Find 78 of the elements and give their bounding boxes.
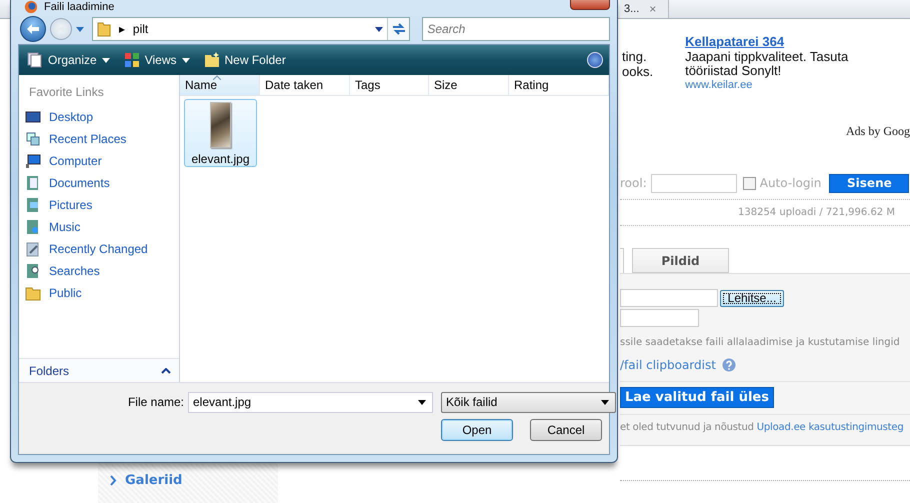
upload-button[interactable]: Lae valitud fail üles xyxy=(620,386,774,408)
new-folder-icon xyxy=(204,52,220,68)
favorites-heading: Favorite Links xyxy=(29,85,105,99)
chevron-icon xyxy=(110,475,117,486)
favorite-link[interactable]: Searches xyxy=(19,260,179,282)
back-button[interactable] xyxy=(20,16,46,42)
favorite-link[interactable]: Recently Changed xyxy=(19,238,179,260)
caret-icon xyxy=(102,58,110,62)
back-arrow-icon xyxy=(26,24,39,34)
login-button[interactable]: Sisene xyxy=(829,174,910,192)
monitor-icon xyxy=(25,109,41,125)
dialog-button[interactable]: Cancel xyxy=(530,419,602,441)
history-caret-icon[interactable] xyxy=(76,26,84,32)
ad-url-link[interactable]: www.keilar.ee xyxy=(685,78,886,92)
file-type-dropdown[interactable]: Kõik failid xyxy=(441,392,616,412)
pencil-icon xyxy=(25,241,41,257)
favorite-link[interactable]: Computer xyxy=(19,150,179,172)
refresh-button[interactable] xyxy=(387,18,410,40)
chevron-icon xyxy=(161,368,171,374)
password-field[interactable] xyxy=(650,174,737,192)
ad-text: ting. ooks. xyxy=(622,48,654,81)
grid-icon xyxy=(124,52,140,68)
page-tab[interactable]: Pildid xyxy=(632,248,729,273)
music-icon xyxy=(25,219,41,235)
column-header[interactable]: Name xyxy=(180,75,260,95)
info-text: ssile saadetakse faili allalaadimise ja kustutamise lingid xyxy=(620,337,901,348)
browse-button[interactable]: Lehitse... xyxy=(720,290,784,306)
autologin-label: Auto-login xyxy=(760,176,822,190)
refresh-arrows-icon xyxy=(392,23,406,35)
favorite-link[interactable]: Pictures xyxy=(19,194,179,216)
favorite-link[interactable]: Music xyxy=(19,216,179,238)
folders-toggle[interactable]: Folders xyxy=(19,358,179,382)
search-field[interactable]: Search xyxy=(422,17,610,41)
caret-icon xyxy=(418,400,426,404)
window-title: Faili laadimine xyxy=(44,1,114,14)
close-button[interactable] xyxy=(570,0,610,10)
stats-text: 138254 uploadi / 721,996.62 M xyxy=(738,207,895,218)
caret-icon xyxy=(182,58,190,62)
folder-icon xyxy=(25,285,41,301)
ad-text: Jaapani tippkvaliteet. Tasuta tööriistad Sonylt! xyxy=(685,49,848,78)
file-item[interactable]: elevant.jpg xyxy=(184,99,257,167)
caret-icon xyxy=(601,400,609,404)
breadcrumb-separator[interactable]: ▸ xyxy=(118,22,125,36)
forward-button[interactable] xyxy=(50,18,72,40)
file-path-field[interactable] xyxy=(620,289,718,307)
terms-text: et oled tutvunud ja nõustud Upload.ee kasutustingimusteg xyxy=(620,422,904,433)
dialog-button[interactable]: Open xyxy=(441,419,513,441)
checkbox[interactable] xyxy=(742,176,756,190)
help-icon[interactable] xyxy=(587,52,603,68)
pages-icon xyxy=(27,52,43,68)
favorite-link[interactable]: Documents xyxy=(19,172,179,194)
toolbar-button[interactable]: Organize xyxy=(27,52,110,68)
email-field[interactable] xyxy=(620,309,699,327)
file-name-field[interactable]: elevant.jpg xyxy=(188,392,433,412)
file-name-label: File name: xyxy=(128,395,184,409)
ad-title-link[interactable]: Kellapatarei 364 xyxy=(685,35,886,49)
clipboard-link[interactable]: /fail clipboardist xyxy=(620,358,716,372)
sidebar-link[interactable]: Galeriid xyxy=(110,473,182,488)
picture-icon xyxy=(25,197,41,213)
favorite-link[interactable]: Recent Places xyxy=(19,128,179,150)
password-label: rool: xyxy=(620,176,647,190)
browser-logo-icon xyxy=(24,0,38,14)
document-icon xyxy=(25,175,41,191)
tab-close-button[interactable]: × xyxy=(649,2,656,16)
toolbar-button[interactable]: Views xyxy=(124,52,190,68)
caret-icon xyxy=(375,26,384,32)
magnifier-icon xyxy=(25,263,41,279)
browser-tab[interactable]: 3... × xyxy=(620,0,670,18)
ads-by-label: Ads by Goog xyxy=(846,124,910,139)
photo-placeholder xyxy=(210,102,231,148)
address-bar[interactable]: ▸ pilt xyxy=(92,17,410,41)
terms-link[interactable]: Upload.ee kasutustingimusteg xyxy=(756,422,904,433)
folder-icon xyxy=(96,21,111,37)
toolbar-button[interactable]: New Folder xyxy=(204,52,286,68)
favorite-link[interactable]: Desktop xyxy=(19,106,179,128)
computer-icon xyxy=(25,153,41,169)
breadcrumb-item[interactable]: pilt xyxy=(132,22,368,36)
favorite-link[interactable]: Public xyxy=(19,282,179,304)
